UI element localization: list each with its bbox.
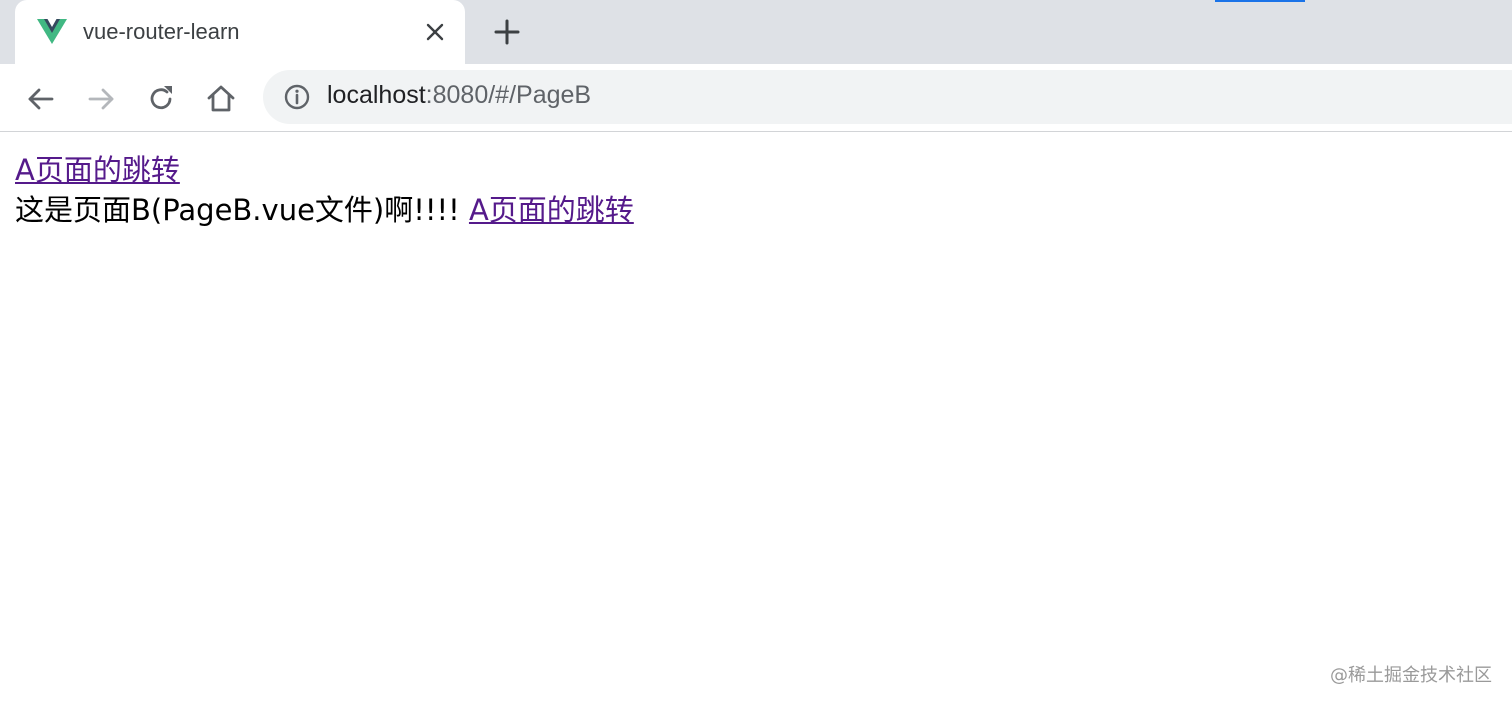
tab-title: vue-router-learn [83,19,240,44]
browser-toolbar: localhost:8080/#/PageB [0,64,1512,132]
close-icon[interactable] [423,20,447,44]
address-bar[interactable]: localhost:8080/#/PageB [263,70,1512,124]
page-b-row: 这是页面B(PageB.vue文件)啊!!!! A页面的跳转 [15,190,634,230]
vue-logo-icon [37,19,67,44]
url-path: :8080/#/PageB [425,81,592,109]
tab-strip-accent [1215,0,1305,2]
url-host: localhost [327,81,426,109]
info-icon[interactable] [283,83,311,111]
url-text[interactable]: localhost:8080/#/PageB [327,81,591,110]
page-b-text: 这是页面B(PageB.vue文件)啊!!!! [15,193,469,227]
arrow-right-icon[interactable] [84,82,118,116]
tab-strip: vue-router-learn [0,0,1512,64]
page-a-inline-link[interactable]: A页面的跳转 [469,193,634,227]
watermark: @稀土掘金技术社区 [1330,665,1492,686]
plus-icon[interactable] [491,16,523,48]
reload-icon[interactable] [144,82,178,116]
page-content: A页面的跳转 这是页面B(PageB.vue文件)啊!!!! A页面的跳转 [15,150,634,230]
home-icon[interactable] [204,82,238,116]
page-a-link[interactable]: A页面的跳转 [15,153,180,187]
browser-tab[interactable]: vue-router-learn [15,0,465,64]
arrow-left-icon[interactable] [24,82,58,116]
nav-row: A页面的跳转 [15,150,634,190]
